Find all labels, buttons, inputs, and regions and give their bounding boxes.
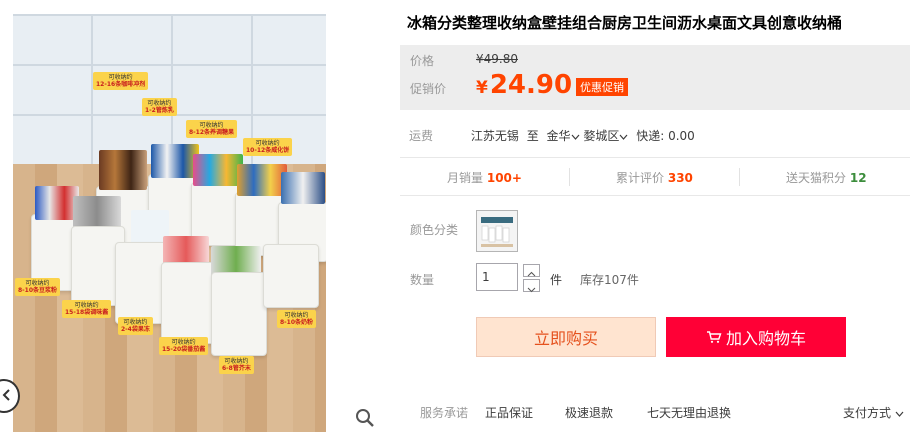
bin bbox=[263, 244, 319, 308]
monthly-sales-label: 月销量 bbox=[447, 171, 484, 185]
service-label: 服务承诺 bbox=[420, 406, 469, 420]
capacity-tag: 可收纳约 15-20袋番茄酱 bbox=[159, 337, 209, 355]
product-thumbnail-icon bbox=[481, 217, 513, 247]
stats-bar: 月销量 100+ 累计评价 330 送天猫积分 12 bbox=[400, 157, 910, 196]
quantity-increase-button[interactable] bbox=[523, 264, 540, 277]
monthly-sales-value: 100+ bbox=[486, 171, 522, 185]
capacity-tag: 可收纳约 6-8管芥末 bbox=[219, 356, 254, 374]
payment-label: 支付方式 bbox=[843, 406, 892, 420]
buy-now-button[interactable]: 立即购买 bbox=[476, 317, 656, 357]
quantity-decrease-button[interactable] bbox=[523, 279, 540, 293]
shipping-fee: 快递: 0.00 bbox=[636, 129, 695, 143]
chevron-down-icon bbox=[619, 134, 628, 140]
payment-methods-dropdown[interactable]: 支付方式 bbox=[843, 404, 904, 421]
bin bbox=[211, 272, 267, 356]
review-count[interactable]: 累计评价 330 bbox=[616, 169, 693, 186]
capacity-tag: 可收纳约 2-4袋果冻 bbox=[118, 317, 153, 335]
capacity-tag: 可收纳约 15-18袋调味酱 bbox=[62, 300, 112, 318]
add-to-cart-label: 加入购物车 bbox=[725, 329, 806, 348]
product-main-image[interactable]: 可收纳约 12-16条咖啡冲剂 可收纳约 1-2管炼乳 可收纳约 8-12条养调糖果 … bbox=[13, 14, 326, 432]
divider bbox=[569, 168, 570, 186]
price-panel: 价格 ¥49.80 促销价 ¥24.90 优惠促销 bbox=[400, 45, 910, 110]
tmall-points: 送天猫积分 12 bbox=[786, 169, 867, 186]
capacity-tag: 可收纳约 10-12条威化饼 bbox=[243, 138, 293, 156]
promo-price-label: 促销价 bbox=[410, 82, 447, 96]
bin-contents bbox=[237, 164, 287, 196]
capacity-tag: 可收纳约 1-2管炼乳 bbox=[142, 98, 177, 116]
destination-select[interactable]: 金华 bbox=[547, 129, 580, 143]
color-label: 颜色分类 bbox=[410, 223, 459, 237]
bin-contents bbox=[193, 154, 243, 186]
shipping-to: 至 bbox=[526, 129, 539, 143]
district-select[interactable]: 婺城区 bbox=[583, 129, 628, 143]
service-item[interactable]: 极速退款 bbox=[565, 404, 613, 421]
shipping-label: 运费 bbox=[409, 129, 434, 143]
service-item[interactable]: 正品保证 bbox=[485, 404, 533, 421]
zoom-icon[interactable] bbox=[355, 408, 375, 428]
capacity-tag: 可收纳约 8-12条养调糖果 bbox=[186, 120, 238, 138]
capacity-tag: 可收纳约 8-10条豆浆粉 bbox=[15, 278, 61, 296]
currency-symbol: ¥ bbox=[476, 78, 488, 98]
add-to-cart-button[interactable]: 加入购物车 bbox=[666, 317, 846, 357]
points-label: 送天猫积分 bbox=[786, 171, 847, 185]
bin-contents bbox=[99, 150, 147, 190]
destination-district: 婺城区 bbox=[583, 129, 620, 143]
points-value: 12 bbox=[849, 171, 867, 185]
original-price: ¥49.80 bbox=[476, 52, 518, 66]
stock-count: 库存107件 bbox=[580, 273, 639, 287]
reviews-value: 330 bbox=[667, 171, 693, 185]
monthly-sales: 月销量 100+ bbox=[447, 169, 522, 186]
shipping-origin: 江苏无锡 bbox=[470, 129, 519, 143]
shipping-row: 运费 江苏无锡 至 金华 婺城区 快递: 0.00 bbox=[409, 127, 695, 144]
divider bbox=[739, 168, 740, 186]
promo-badge: 优惠促销 bbox=[576, 78, 628, 96]
bin bbox=[161, 262, 217, 344]
reviews-label: 累计评价 bbox=[616, 171, 665, 185]
capacity-tag: 可收纳约 12-16条咖啡冲剂 bbox=[93, 72, 149, 90]
capacity-tag: 可收纳约 8-10条奶粉 bbox=[277, 310, 317, 328]
quantity-input[interactable] bbox=[476, 263, 518, 291]
bin-contents bbox=[151, 144, 199, 178]
price-label: 价格 bbox=[410, 54, 435, 68]
promo-price-value: 24.90 bbox=[489, 70, 573, 100]
product-gallery: 可收纳约 12-16条咖啡冲剂 可收纳约 1-2管炼乳 可收纳约 8-12条养调糖果 … bbox=[0, 0, 382, 444]
cart-icon bbox=[706, 331, 722, 343]
promo-price: ¥24.90 bbox=[476, 70, 572, 100]
product-title: 冰箱分类整理收纳盒壁挂组合厨房卫生间沥水桌面文具创意收纳桶 bbox=[407, 14, 843, 32]
chevron-down-icon bbox=[571, 134, 579, 140]
color-option[interactable] bbox=[476, 210, 518, 252]
destination-city: 金华 bbox=[546, 129, 571, 143]
chevron-down-icon bbox=[527, 287, 536, 293]
chevron-down-icon bbox=[895, 411, 904, 417]
quantity-unit: 件 bbox=[550, 273, 563, 287]
service-item[interactable]: 七天无理由退换 bbox=[647, 404, 731, 421]
quantity-label: 数量 bbox=[410, 273, 435, 287]
chevron-left-icon bbox=[2, 389, 10, 401]
bin-contents bbox=[281, 172, 325, 204]
